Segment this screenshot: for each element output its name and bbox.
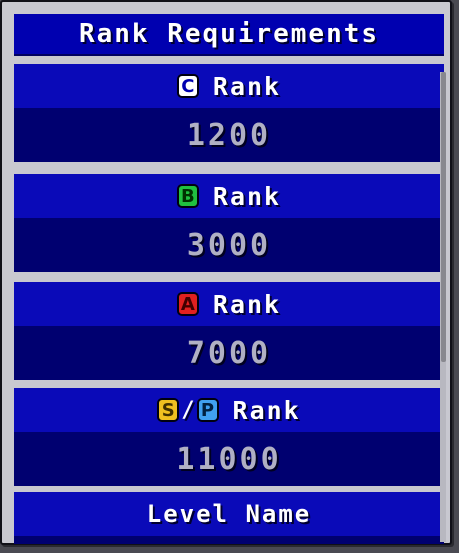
rank-label: Rank: [212, 289, 282, 319]
rank-header-b: B Rank: [14, 174, 444, 218]
rank-list[interactable]: C Rank 1200 B Rank 3000 A Rank 7000 S / …: [14, 64, 444, 544]
rank-score: 7000: [186, 335, 272, 371]
badge-separator: /: [181, 397, 195, 423]
s-rank-badge-icon: S: [157, 398, 180, 422]
rank-requirements-panel: Rank Requirements C Rank 1200 B Rank 300…: [0, 0, 452, 545]
rank-entry-a: A Rank 7000: [14, 282, 444, 380]
rank-score: 3000: [186, 227, 272, 263]
p-rank-badge-icon: P: [196, 398, 219, 422]
b-rank-badge-icon: B: [176, 184, 199, 208]
rank-value-a: 7000: [14, 326, 444, 380]
level-name-label: Level Name: [146, 500, 312, 528]
rank-score: 1200: [186, 117, 272, 153]
sp-rank-badges: S / P: [157, 397, 219, 423]
rank-label: Rank: [232, 395, 301, 425]
rank-entry-b: B Rank 3000: [14, 174, 444, 272]
c-rank-badge-icon: C: [176, 74, 199, 98]
rank-entry-c: C Rank 1200: [14, 64, 444, 162]
level-name-value-strip: [14, 536, 444, 544]
rank-value-c: 1200: [14, 108, 444, 162]
rank-header-c: C Rank: [14, 64, 444, 108]
rank-value-b: 3000: [14, 218, 444, 272]
scrollbar-thumb[interactable]: [441, 72, 446, 362]
rank-value-sp: 11000: [14, 432, 444, 486]
rank-label: Rank: [212, 181, 282, 211]
panel-title: Rank Requirements: [78, 19, 380, 49]
panel-title-bar: Rank Requirements: [14, 14, 444, 56]
rank-header-a: A Rank: [14, 282, 444, 326]
rank-score: 11000: [176, 441, 282, 477]
rank-header-sp: S / P Rank: [14, 388, 444, 432]
a-rank-badge-icon: A: [176, 292, 199, 316]
level-name-header: Level Name: [14, 492, 444, 536]
rank-label: Rank: [212, 71, 282, 101]
rank-entry-sp: S / P Rank 11000: [14, 388, 444, 486]
